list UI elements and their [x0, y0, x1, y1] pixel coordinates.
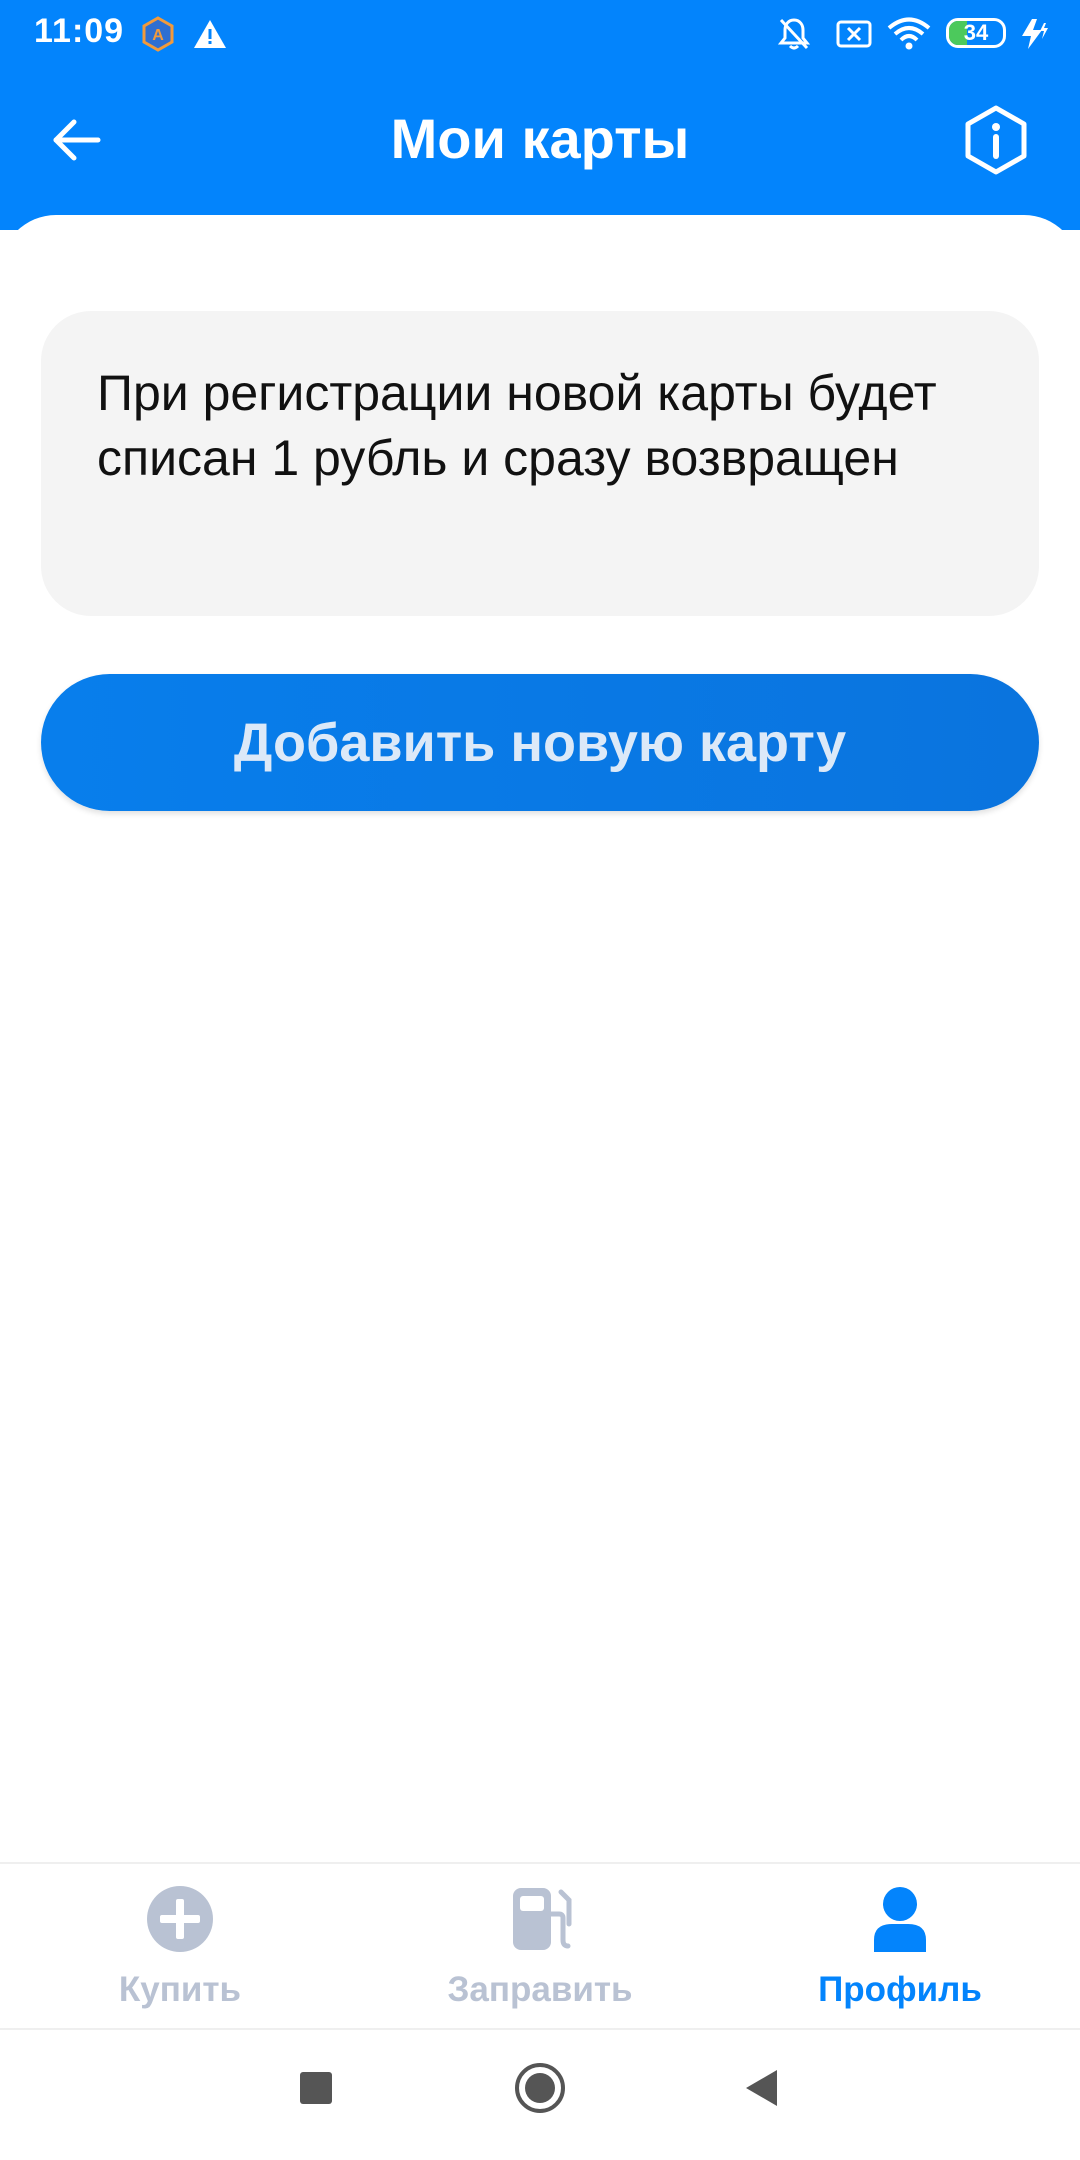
battery-icon: 34: [946, 18, 1006, 48]
content-sheet: При регистрации новой карты будет списан…: [0, 215, 1080, 1865]
sim-off-icon: [834, 14, 874, 54]
nav-label-refuel: Заправить: [447, 1970, 633, 2009]
home-button[interactable]: [510, 2058, 570, 2118]
user-icon: [750, 1884, 1050, 1954]
notice-text: При регистрации новой карты будет списан…: [97, 365, 937, 486]
nav-item-buy[interactable]: Купить: [30, 1882, 330, 2012]
arrow-left-icon: [53, 119, 101, 161]
back-button[interactable]: [40, 104, 112, 176]
battery-percent: 34: [963, 20, 989, 45]
nav-item-profile[interactable]: Профиль: [750, 1882, 1050, 2012]
add-card-button[interactable]: Добавить новую карту: [41, 674, 1039, 811]
plus-circle-icon: [30, 1884, 330, 1954]
back-triangle-icon: [746, 2070, 777, 2106]
bottom-nav: Купить Заправить Профиль: [0, 1862, 1080, 2030]
nav-item-refuel[interactable]: Заправить: [390, 1882, 690, 2012]
mute-icon: [774, 14, 814, 54]
nav-label-buy: Купить: [118, 1970, 242, 2009]
fuel-pump-icon: [390, 1884, 690, 1954]
svg-text:A: A: [152, 27, 164, 44]
app-notification-icon: A: [138, 14, 178, 54]
notice-card: При регистрации новой карты будет списан…: [41, 311, 1039, 616]
home-circle-icon: [515, 2063, 565, 2113]
nav-label-profile: Профиль: [818, 1970, 982, 2009]
info-button[interactable]: [956, 100, 1036, 180]
recents-button[interactable]: [286, 2058, 346, 2118]
app-header: Мои карты: [0, 68, 1080, 218]
status-bar: 11:09 A 34: [0, 0, 1080, 68]
page-title: Мои карты: [390, 107, 690, 170]
system-nav-bar: [0, 2030, 1080, 2160]
recents-square-icon: [300, 2072, 332, 2104]
warning-icon: [190, 14, 230, 54]
charging-icon: [1016, 14, 1052, 54]
system-back-button[interactable]: [732, 2058, 792, 2118]
wifi-icon: [886, 14, 932, 54]
info-hexagon-icon: [965, 105, 1027, 175]
status-time: 11:09: [34, 12, 125, 50]
